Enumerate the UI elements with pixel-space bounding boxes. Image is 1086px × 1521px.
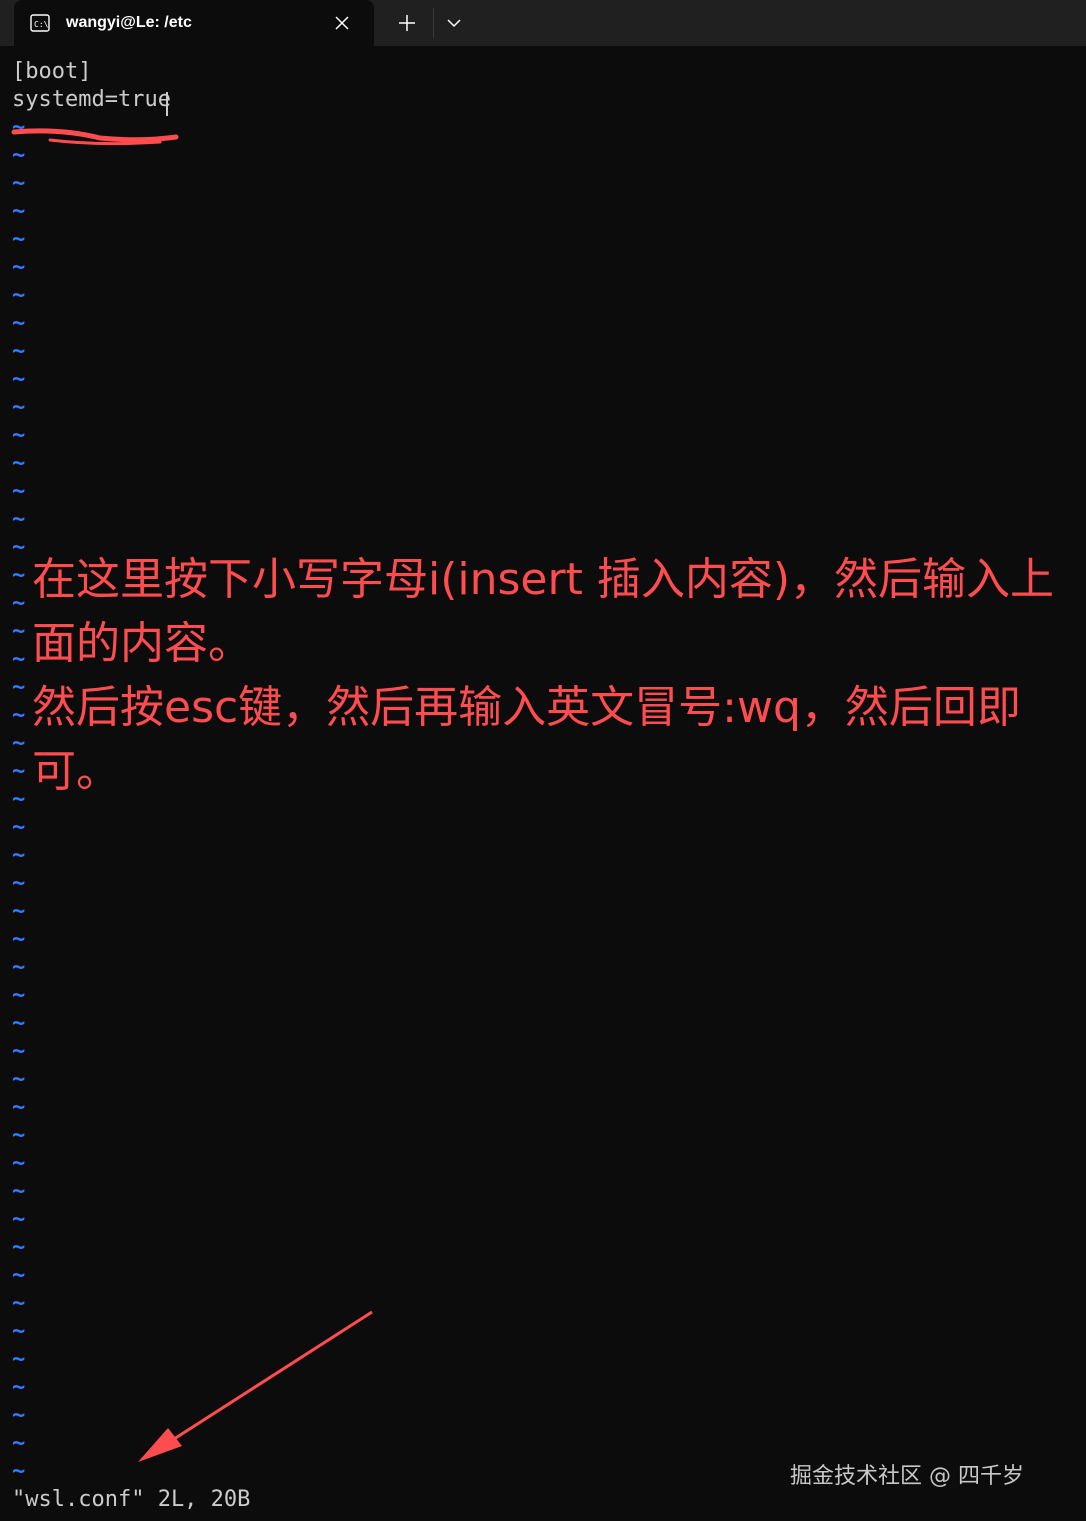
empty-line-marker: ~ (12, 1039, 26, 1064)
empty-line-marker: ~ (12, 395, 26, 420)
terminal-icon: C:\ (30, 14, 50, 32)
text-cursor (166, 92, 168, 116)
editor-line-1: [boot] (12, 59, 92, 84)
empty-line-marker: ~ (12, 927, 26, 952)
empty-line-marker: ~ (12, 311, 26, 336)
empty-line-marker: ~ (12, 955, 26, 980)
empty-line-marker: ~ (12, 675, 26, 700)
tab-terminal[interactable]: C:\ wangyi@Le: /etc (14, 0, 374, 46)
empty-line-marker: ~ (12, 507, 26, 532)
annotation-text: 在这里按下小写字母i(insert 插入内容)，然后输入上面的内容。 然后按es… (32, 548, 1062, 804)
empty-line-marker: ~ (12, 1263, 26, 1288)
empty-line-marker: ~ (12, 591, 26, 616)
empty-line-marker: ~ (12, 283, 26, 308)
plus-icon[interactable] (395, 11, 419, 35)
empty-line-marker: ~ (12, 619, 26, 644)
empty-line-marker: ~ (12, 1123, 26, 1148)
watermark: 掘金技术社区 @ 四千岁 (790, 1464, 1024, 1489)
annotation-line-2: 然后按esc键，然后再输入英文冒号:wq，然后回即可。 (32, 682, 1021, 797)
empty-line-marker: ~ (12, 731, 26, 756)
vim-status-line: "wsl.conf" 2L, 20B (12, 1487, 251, 1512)
empty-line-marker: ~ (12, 115, 26, 140)
empty-line-marker: ~ (12, 1291, 26, 1316)
empty-line-marker: ~ (12, 1459, 26, 1484)
empty-line-marker: ~ (12, 479, 26, 504)
empty-line-marker: ~ (12, 647, 26, 672)
empty-line-marker: ~ (12, 227, 26, 252)
empty-line-marker: ~ (12, 535, 26, 560)
tab-title: wangyi@Le: /etc (66, 14, 192, 31)
empty-line-marker: ~ (12, 983, 26, 1008)
empty-line-marker: ~ (12, 703, 26, 728)
empty-line-marker: ~ (12, 1011, 26, 1036)
empty-line-marker: ~ (12, 787, 26, 812)
empty-line-marker: ~ (12, 199, 26, 224)
empty-line-marker: ~ (12, 1207, 26, 1232)
divider (433, 8, 434, 38)
empty-line-marker: ~ (12, 1375, 26, 1400)
empty-line-marker: ~ (12, 1095, 26, 1120)
empty-line-marker: ~ (12, 1319, 26, 1344)
empty-line-marker: ~ (12, 143, 26, 168)
empty-line-marker: ~ (12, 1179, 26, 1204)
empty-line-marker: ~ (12, 339, 26, 364)
empty-line-marker: ~ (12, 1347, 26, 1372)
chevron-down-icon[interactable] (442, 11, 466, 35)
close-icon[interactable] (332, 13, 352, 33)
empty-line-marker: ~ (12, 171, 26, 196)
title-bar: C:\ wangyi@Le: /etc (0, 0, 1086, 46)
empty-line-marker: ~ (12, 815, 26, 840)
empty-line-marker: ~ (12, 1151, 26, 1176)
empty-line-marker: ~ (12, 1431, 26, 1456)
empty-line-marker: ~ (12, 563, 26, 588)
empty-line-marker: ~ (12, 1403, 26, 1428)
empty-line-marker: ~ (12, 1067, 26, 1092)
editor-line-2: systemd=true (12, 87, 171, 112)
empty-line-marker: ~ (12, 367, 26, 392)
empty-line-marker: ~ (12, 843, 26, 868)
empty-line-marker: ~ (12, 451, 26, 476)
empty-line-marker: ~ (12, 759, 26, 784)
empty-line-marker: ~ (12, 1235, 26, 1260)
empty-line-marker: ~ (12, 899, 26, 924)
empty-line-marker: ~ (12, 255, 26, 280)
svg-text:C:\: C:\ (34, 20, 49, 29)
empty-line-marker: ~ (12, 871, 26, 896)
empty-line-marker: ~ (12, 423, 26, 448)
annotation-line-1: 在这里按下小写字母i(insert 插入内容)，然后输入上面的内容。 (32, 554, 1054, 669)
